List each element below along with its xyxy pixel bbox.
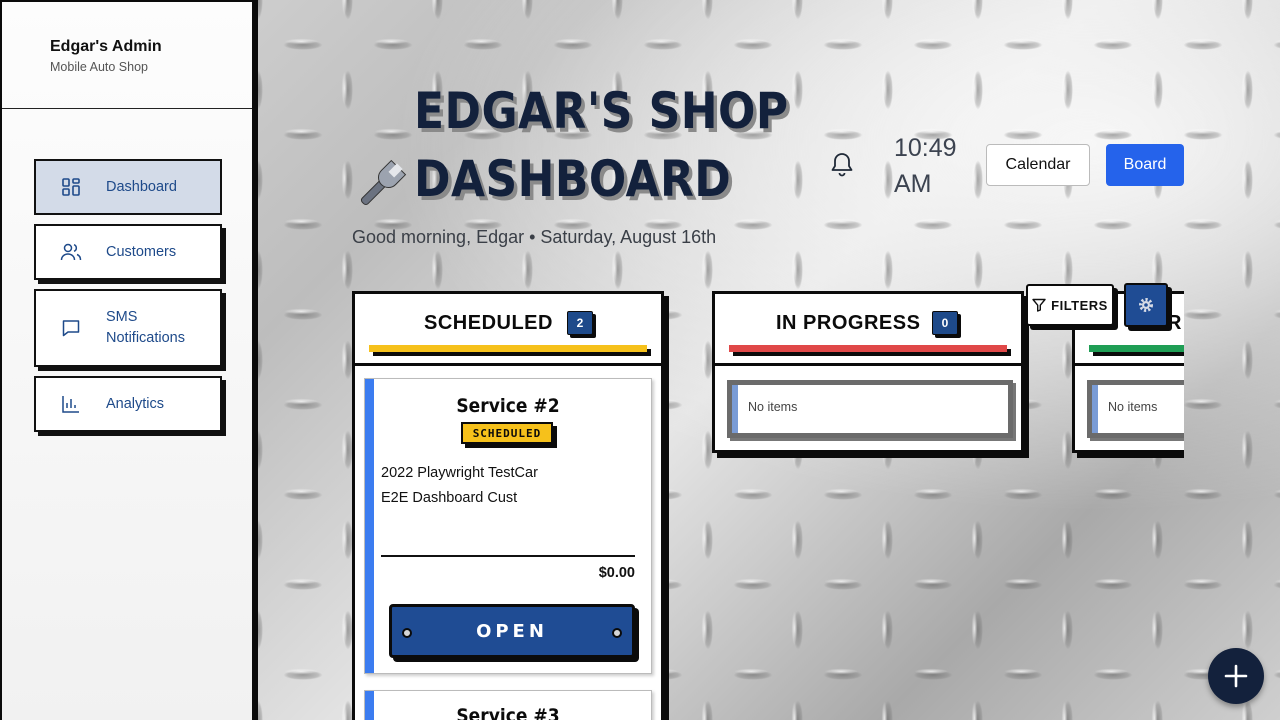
service-card[interactable]: Service #3 <box>364 690 652 720</box>
plus-icon <box>1224 664 1248 688</box>
sidebar-brand: Edgar's Admin Mobile Auto Shop <box>2 2 252 109</box>
filters-button[interactable]: FILTERS <box>1026 284 1114 326</box>
rivet-icon <box>612 628 622 638</box>
bar-chart-icon <box>58 391 84 417</box>
sidebar-item-customers[interactable]: Customers <box>34 224 222 280</box>
greeting: Good morning, Edgar • Saturday, August 1… <box>352 227 717 247</box>
card-title: Service #3 <box>456 705 560 720</box>
open-button-label: OPEN <box>476 620 548 642</box>
card-title: Service #2 <box>456 395 560 417</box>
sidebar: Edgar's Admin Mobile Auto Shop Dashboard… <box>0 0 258 720</box>
column-title: SCHEDULED <box>424 312 553 334</box>
rivet-icon <box>402 628 412 638</box>
column-accent-bar <box>1089 345 1184 352</box>
column-count-badge: 2 <box>567 311 593 335</box>
sidebar-item-label: Dashboard <box>106 178 177 195</box>
sidebar-item-dashboard[interactable]: Dashboard <box>34 159 222 215</box>
card-divider <box>381 555 635 557</box>
board-view-button[interactable]: Board <box>1106 144 1184 186</box>
column-title: IN PROGRESS <box>776 312 921 334</box>
service-card[interactable]: Service #2 SCHEDULED 2022 Playwright Tes… <box>364 378 652 674</box>
calendar-view-button[interactable]: Calendar <box>986 144 1090 186</box>
sidebar-item-analytics[interactable]: Analytics <box>34 376 222 432</box>
message-icon <box>58 315 84 341</box>
sidebar-nav: Dashboard Customers SMS Notifications An… <box>2 109 252 432</box>
sidebar-item-label: Customers <box>106 243 177 260</box>
clock: 10:49 AM <box>894 134 957 198</box>
column-accent-bar <box>369 345 647 352</box>
empty-placeholder: No items <box>1087 380 1184 438</box>
sidebar-item-label: SMS Notifications <box>106 309 185 346</box>
column-title: R <box>1167 312 1182 334</box>
sidebar-item-sms-notifications[interactable]: SMS Notifications <box>34 289 222 367</box>
wrench-icon <box>360 159 407 206</box>
column-header: SCHEDULED 2 <box>355 294 661 366</box>
card-customer: E2E Dashboard Cust <box>381 490 518 506</box>
column-accent-bar <box>729 345 1007 352</box>
add-job-button[interactable] <box>1208 648 1264 704</box>
empty-placeholder: No items <box>727 380 1013 438</box>
brand-title: Edgar's Admin <box>50 38 162 55</box>
column-header: IN PROGRESS 0 <box>715 294 1021 366</box>
brand-subtitle: Mobile Auto Shop <box>50 60 148 74</box>
page-title-line1: EDGAR'S SHOP <box>414 82 789 140</box>
card-vehicle: 2022 Playwright TestCar <box>381 465 538 481</box>
status-badge: SCHEDULED <box>461 422 553 444</box>
bell-icon[interactable] <box>830 152 854 178</box>
card-price: $0.00 <box>598 565 635 581</box>
filter-icon <box>1032 298 1046 312</box>
filters-label: FILTERS <box>1051 297 1108 313</box>
gear-icon <box>1139 298 1153 312</box>
users-icon <box>58 239 84 265</box>
column-count-badge: 0 <box>932 311 958 335</box>
board-settings-button[interactable] <box>1124 283 1168 327</box>
sidebar-item-label: Analytics <box>106 395 165 412</box>
column-in-progress: IN PROGRESS 0 No items <box>712 291 1024 453</box>
open-button[interactable]: OPEN <box>389 604 635 658</box>
page-title-line2: DASHBOARD <box>414 150 732 208</box>
dashboard-icon <box>58 174 84 200</box>
